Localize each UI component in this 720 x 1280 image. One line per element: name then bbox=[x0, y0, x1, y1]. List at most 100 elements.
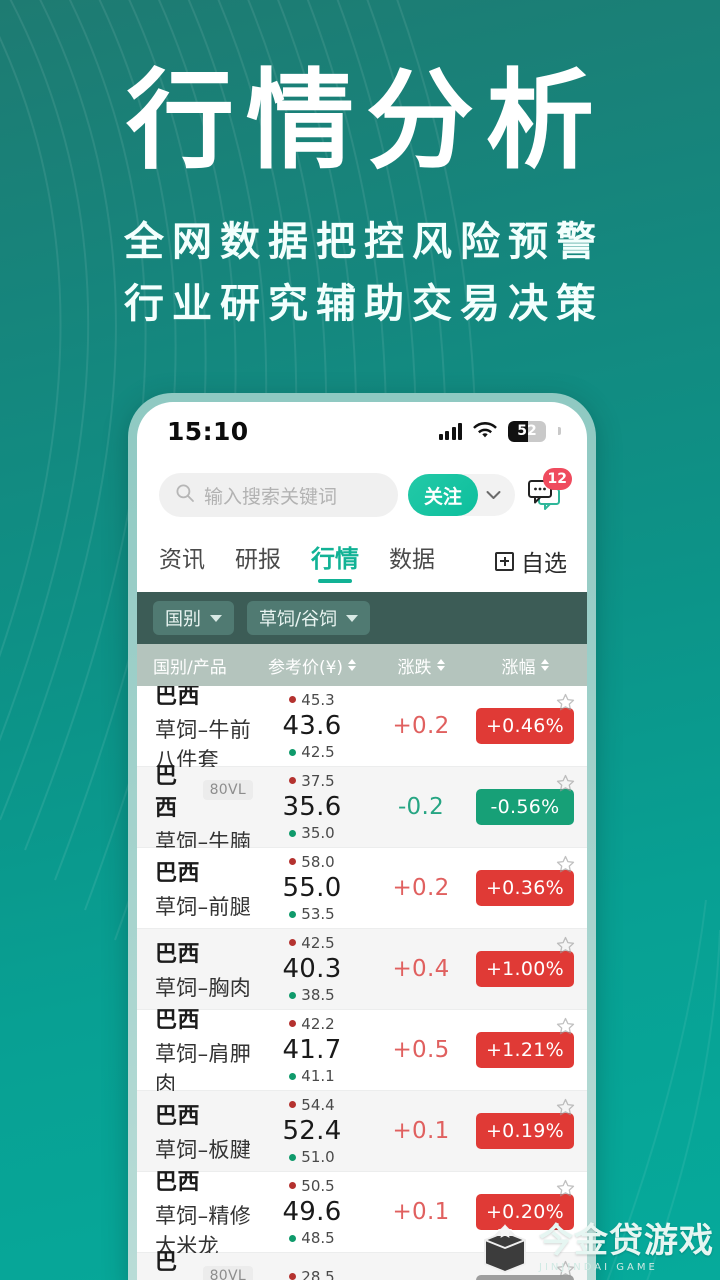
column-header-change-pct[interactable]: 涨幅 bbox=[471, 653, 587, 678]
country-label: 巴西 bbox=[155, 1008, 201, 1033]
country-label: 巴西 bbox=[155, 764, 178, 821]
country-label: 巴西 bbox=[155, 1250, 178, 1275]
search-icon bbox=[175, 483, 195, 507]
column-header-price[interactable]: 参考价(¥) bbox=[253, 653, 371, 678]
high-dot-icon bbox=[289, 777, 297, 785]
product-cell: 巴西80VL草饲–碎肉 bbox=[137, 1244, 253, 1280]
follow-button[interactable]: 关注 bbox=[408, 474, 478, 516]
low-dot-icon bbox=[289, 748, 297, 756]
change-pct-cell: +0.20% bbox=[471, 1194, 587, 1230]
battery-tip-icon bbox=[558, 427, 561, 435]
quote-table-body: 巴西 草饲–牛前八件套 45.3 43.6 42.5 +0.2 +0.46% 巴西 80VL 草饲… bbox=[137, 686, 587, 1280]
favorite-star-icon[interactable] bbox=[556, 1017, 575, 1036]
table-row[interactable]: 巴西 80VL 草饲–牛腩 37.5 35.6 35.0 -0.2 -0.56% bbox=[137, 764, 587, 854]
high-price: 28.5 bbox=[289, 1267, 335, 1280]
price-cell: 28.527.4 bbox=[253, 1267, 371, 1280]
hero-subtitle-line-1: 全网数据把控风险预警 bbox=[124, 219, 604, 266]
product-label: 草饲–胸肉 bbox=[155, 976, 251, 1000]
low-price: 42.5 bbox=[289, 742, 335, 762]
change-pct-cell: +0.19% bbox=[471, 1113, 587, 1149]
low-price: 53.5 bbox=[289, 904, 335, 924]
product-label: 草饲–板腱 bbox=[155, 1138, 251, 1162]
price-cell: 58.0 55.0 53.5 bbox=[253, 852, 371, 925]
filter-bar: 国别 草饲/谷饲 bbox=[137, 592, 587, 644]
change-value: -0.2 bbox=[397, 794, 445, 820]
low-dot-icon bbox=[289, 829, 297, 837]
low-dot-icon bbox=[289, 910, 297, 918]
favorite-star-icon[interactable] bbox=[556, 1260, 575, 1279]
status-bar: 15:10 52 bbox=[137, 402, 587, 460]
favorite-star-icon[interactable] bbox=[556, 1098, 575, 1117]
table-row[interactable]: 巴西 草饲–牛前八件套 45.3 43.6 42.5 +0.2 +0.46% bbox=[137, 686, 587, 772]
follow-filter-group[interactable]: 关注 bbox=[408, 474, 515, 516]
filter-feed-type[interactable]: 草饲/谷饲 bbox=[247, 601, 371, 635]
message-count-badge: 12 bbox=[542, 468, 572, 490]
country-label: 巴西 bbox=[155, 861, 201, 886]
table-row[interactable]: 巴西80VL草饲–碎肉28.527.40.00.00% bbox=[137, 1250, 587, 1280]
change-pct-badge: +0.20% bbox=[476, 1194, 574, 1230]
reference-price: 41.7 bbox=[282, 1034, 342, 1065]
page-title: 行情分析 bbox=[125, 59, 606, 184]
product-cell: 巴西 草饲–胸肉 bbox=[137, 936, 253, 1002]
table-row[interactable]: 巴西 草饲–精修大米龙 50.5 49.6 48.5 +0.1 +0.20% bbox=[137, 1170, 587, 1258]
tab-market[interactable]: 行情 bbox=[311, 539, 359, 583]
table-row[interactable]: 巴西草饲–前腿 58.0 55.0 53.5 +0.2 +0.36% bbox=[137, 848, 587, 929]
product-label: 草饲–前腿 bbox=[155, 895, 251, 919]
column-header-change-pct-label: 涨幅 bbox=[501, 657, 536, 678]
favorite-star-icon[interactable] bbox=[556, 774, 575, 793]
product-cell: 巴西 80VL 草饲–牛腩 bbox=[137, 758, 253, 856]
high-price: 50.5 bbox=[289, 1176, 335, 1196]
low-price: 41.1 bbox=[289, 1066, 335, 1086]
battery-icon: 52 bbox=[508, 420, 546, 442]
favorite-star-icon[interactable] bbox=[556, 1179, 575, 1198]
product-tag: 80VL bbox=[202, 1266, 253, 1280]
reference-price: 35.6 bbox=[282, 791, 342, 822]
reference-price: 52.4 bbox=[282, 1115, 342, 1146]
change-value: +0.2 bbox=[392, 875, 450, 901]
tab-data[interactable]: 数据 bbox=[389, 540, 435, 583]
sort-icon[interactable] bbox=[348, 659, 357, 671]
sort-icon[interactable] bbox=[540, 659, 549, 671]
low-price: 51.0 bbox=[289, 1147, 335, 1167]
hero-subtitle-line-2: 行业研究辅助交易决策 bbox=[124, 281, 604, 328]
table-row[interactable]: 巴西 草饲–板腱 54.4 52.4 51.0 +0.1 +0.19% bbox=[137, 1091, 587, 1172]
high-price: 42.2 bbox=[289, 1014, 335, 1034]
table-row[interactable]: 巴西 草饲–胸肉 42.5 40.3 38.5 +0.4 +1.00% bbox=[137, 929, 587, 1010]
change-pct-badge: +0.46% bbox=[476, 708, 574, 744]
change-pct-badge: +1.00% bbox=[476, 951, 574, 987]
chevron-down-icon[interactable] bbox=[480, 490, 507, 500]
change-value: +0.2 bbox=[392, 713, 450, 739]
table-header: 国别/产品 参考价(¥) 涨跌 涨幅 bbox=[137, 644, 587, 686]
favorite-star-icon[interactable] bbox=[556, 855, 575, 874]
tab-news[interactable]: 资讯 bbox=[159, 540, 205, 583]
filter-feed-type-label: 草饲/谷饲 bbox=[259, 609, 338, 630]
price-cell: 42.2 41.7 41.1 bbox=[253, 1014, 371, 1087]
high-dot-icon bbox=[289, 696, 297, 704]
caret-down-icon bbox=[210, 614, 222, 622]
change-pct-badge: +0.36% bbox=[476, 870, 574, 906]
column-header-price-label: 参考价(¥) bbox=[267, 657, 344, 678]
high-price: 37.5 bbox=[289, 771, 335, 791]
favorite-star-icon[interactable] bbox=[556, 693, 575, 712]
watchlist-button[interactable]: 自选 bbox=[495, 544, 567, 578]
phone-mockup: 15:10 52 输入搜索关键词 关注 12 资讯 研报 行情 数据 自选 国别… bbox=[128, 393, 596, 1280]
low-price: 48.5 bbox=[289, 1228, 335, 1248]
status-bar-clock: 15:10 bbox=[167, 416, 249, 446]
search-row: 输入搜索关键词 关注 12 bbox=[137, 460, 587, 530]
price-cell: 45.3 43.6 42.5 bbox=[253, 690, 371, 763]
sort-icon[interactable] bbox=[436, 659, 445, 671]
favorite-star-icon[interactable] bbox=[556, 936, 575, 955]
search-input[interactable]: 输入搜索关键词 bbox=[159, 473, 398, 517]
tab-research[interactable]: 研报 bbox=[235, 540, 281, 583]
product-cell: 巴西草饲–前腿 bbox=[137, 855, 253, 921]
messages-button[interactable]: 12 bbox=[525, 468, 572, 515]
filter-country[interactable]: 国别 bbox=[153, 601, 234, 635]
high-price: 45.3 bbox=[289, 690, 335, 710]
high-dot-icon bbox=[289, 1020, 297, 1028]
price-cell: 50.5 49.6 48.5 bbox=[253, 1176, 371, 1249]
column-header-change[interactable]: 涨跌 bbox=[371, 653, 471, 678]
high-price: 54.4 bbox=[289, 1095, 335, 1115]
product-cell: 巴西 草饲–肩胛肉 bbox=[137, 1002, 253, 1098]
table-row[interactable]: 巴西 草饲–肩胛肉 42.2 41.7 41.1 +0.5 +1.21% bbox=[137, 1008, 587, 1096]
high-dot-icon bbox=[289, 939, 297, 947]
